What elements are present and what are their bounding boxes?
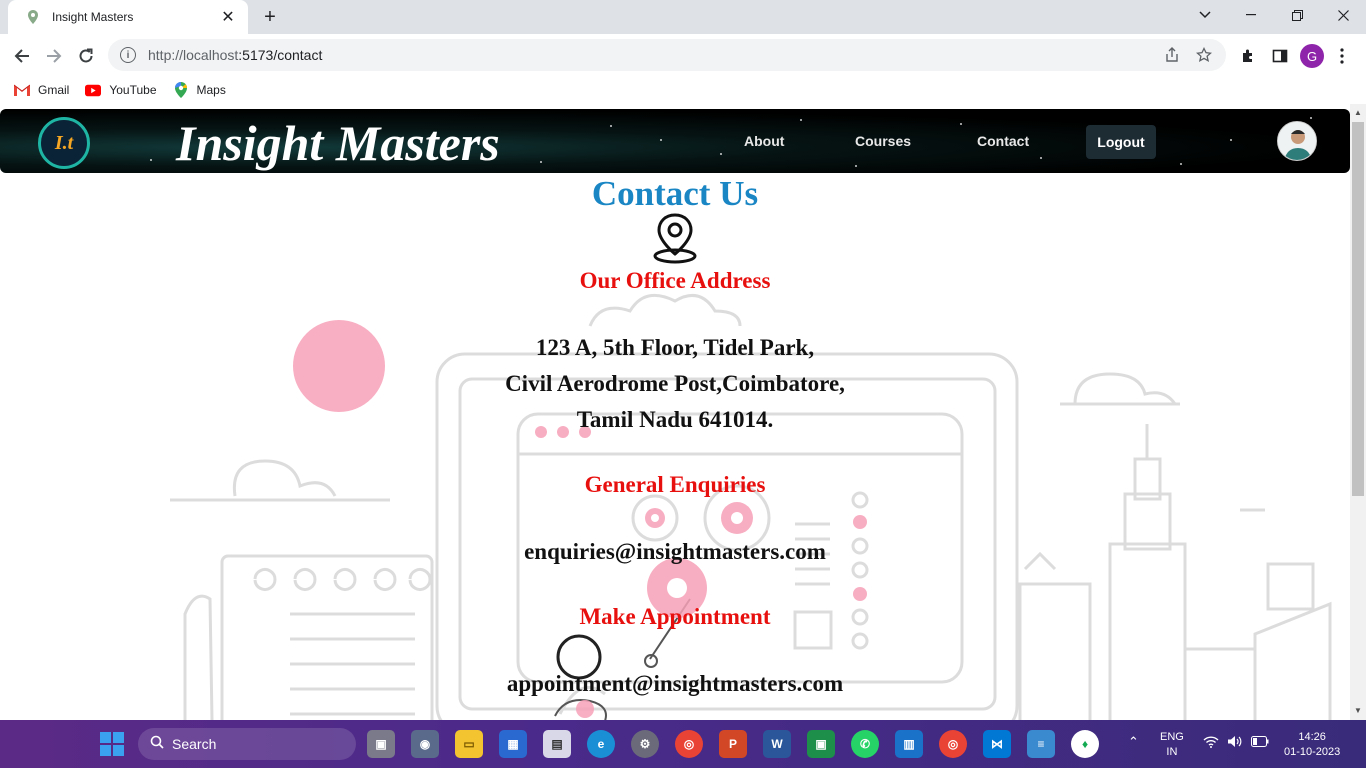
browser-profile-avatar[interactable]: G	[1300, 44, 1324, 68]
language-indicator[interactable]: ENG IN	[1160, 730, 1184, 760]
search-icon	[150, 735, 164, 753]
appointment-email[interactable]: appointment@insightmasters.com	[0, 671, 1350, 697]
task-view-icon[interactable]: ▣	[367, 730, 395, 758]
bookmark-label: YouTube	[109, 83, 157, 97]
location-pin-icon	[653, 213, 697, 264]
map-pin-favicon-icon	[26, 10, 40, 24]
minimize-button[interactable]	[1228, 0, 1274, 30]
browser-toolbar: i http://localhost:5173/contact	[0, 34, 1366, 76]
clock-date: 01-10-2023	[1284, 746, 1341, 758]
settings-gear-icon[interactable]: ⚙	[631, 730, 659, 758]
taskbar-search-label: Search	[172, 736, 217, 752]
file-explorer-icon[interactable]: ▭	[455, 730, 483, 758]
bookmarks-bar: Gmail YouTube Maps	[0, 76, 1366, 104]
gmail-icon	[14, 83, 30, 97]
volume-icon[interactable]	[1227, 735, 1243, 753]
maps-icon	[173, 82, 189, 98]
browser-tab-strip: Insight Masters ✕ +	[0, 0, 1366, 34]
app-window-icon[interactable]: ▥	[895, 730, 923, 758]
youtube-icon	[85, 83, 102, 97]
mongodb-icon[interactable]: ♦	[1071, 730, 1099, 758]
forward-arrow-icon[interactable]	[40, 42, 68, 70]
url-text[interactable]: http://localhost:5173/contact	[148, 47, 1150, 63]
microsoft-store-icon[interactable]: ▦	[499, 730, 527, 758]
menu-kebab-icon[interactable]	[1330, 44, 1354, 68]
word-icon[interactable]: W	[763, 730, 791, 758]
tab-title: Insight Masters	[52, 10, 134, 24]
clock-time: 14:26	[1298, 731, 1326, 743]
url-path: :5173/contact	[238, 47, 323, 63]
address-line-1: 123 A, 5th Floor, Tidel Park,	[535, 335, 815, 360]
browser-tab-active[interactable]: Insight Masters ✕	[8, 0, 248, 34]
make-appointment-title: Make Appointment	[579, 604, 771, 629]
general-enquiries-title: General Enquiries	[584, 472, 766, 497]
document-app-icon[interactable]: ▤	[543, 730, 571, 758]
restore-button[interactable]	[1274, 0, 1320, 30]
camera-app-icon[interactable]: ◉	[411, 730, 439, 758]
office-address-title: Our Office Address	[579, 268, 771, 293]
contact-section: Contact Us Our Office Address 123 A, 5th…	[0, 104, 1350, 720]
page-viewport: I.t Insight Masters About Courses Contac…	[0, 104, 1350, 720]
clock[interactable]: 14:26 01-10-2023	[1284, 730, 1340, 760]
tab-close-icon[interactable]: ✕	[218, 7, 238, 27]
address-line-3: Tamil Nadu 641014.	[576, 407, 774, 432]
share-icon[interactable]	[1162, 45, 1182, 65]
scroll-up-arrow-icon[interactable]: ▲	[1354, 108, 1362, 117]
edge-browser-icon[interactable]: e	[587, 730, 615, 758]
bookmark-youtube[interactable]: YouTube	[85, 83, 157, 97]
chrome-icon[interactable]: ◎	[675, 730, 703, 758]
vscode-icon[interactable]: ⋈	[983, 730, 1011, 758]
scroll-down-arrow-icon[interactable]: ▼	[1354, 706, 1362, 715]
classroom-icon[interactable]: ▣	[807, 730, 835, 758]
taskbar-search[interactable]: Search	[138, 728, 356, 760]
language-line-1: ENG	[1160, 731, 1184, 743]
address-bar[interactable]: i http://localhost:5173/contact	[108, 39, 1226, 71]
battery-icon[interactable]	[1251, 736, 1269, 752]
address-line-2: Civil Aerodrome Post,Coimbatore,	[505, 371, 845, 396]
new-tab-button[interactable]: +	[258, 6, 282, 28]
notepad-icon[interactable]: ≡	[1027, 730, 1055, 758]
url-host: http://localhost	[148, 47, 239, 63]
whatsapp-icon[interactable]: ✆	[851, 730, 879, 758]
extensions-puzzle-icon[interactable]	[1236, 44, 1260, 68]
tab-search-chevron-icon[interactable]	[1182, 0, 1228, 30]
back-arrow-icon[interactable]	[8, 42, 36, 70]
bookmark-label: Gmail	[38, 83, 70, 97]
powerpoint-icon[interactable]: P	[719, 730, 747, 758]
page-scrollbar[interactable]: ▲ ▼	[1350, 104, 1366, 720]
reload-icon[interactable]	[72, 42, 100, 70]
bookmark-gmail[interactable]: Gmail	[14, 83, 69, 97]
windows-start-icon[interactable]	[100, 732, 124, 756]
bookmark-star-icon[interactable]	[1194, 45, 1214, 65]
chrome-active-icon[interactable]: ◎	[939, 730, 967, 758]
side-panel-icon[interactable]	[1268, 44, 1292, 68]
close-window-button[interactable]	[1320, 0, 1366, 30]
scrollbar-thumb[interactable]	[1352, 122, 1364, 496]
bookmark-label: Maps	[196, 83, 226, 97]
site-info-icon[interactable]: i	[120, 47, 136, 63]
windows-taskbar: Search ▣ ◉ ▭ ▦ ▤ e ⚙ ◎ P W ▣ ✆ ▥ ◎ ⋈ ≡ ♦…	[0, 720, 1366, 768]
language-line-2: IN	[1166, 746, 1178, 758]
wifi-icon[interactable]	[1203, 735, 1219, 751]
enquiries-email[interactable]: enquiries@insightmasters.com	[0, 539, 1350, 565]
page-title: Contact Us	[591, 174, 759, 213]
tray-chevron-icon[interactable]: ⌃	[1128, 734, 1139, 749]
bookmark-maps[interactable]: Maps	[173, 82, 226, 98]
